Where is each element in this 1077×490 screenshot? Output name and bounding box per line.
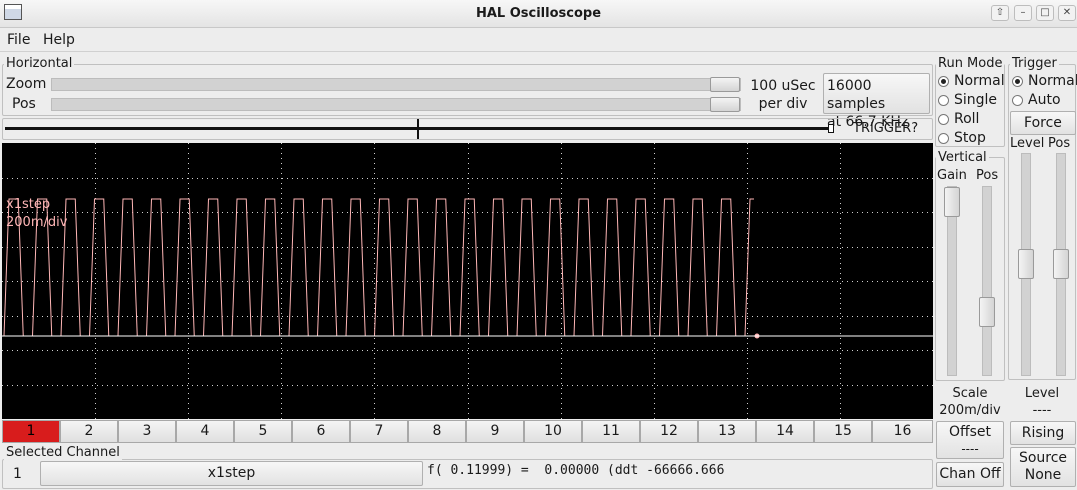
scale-readout: Scale 200m/div — [935, 385, 1005, 419]
run-mode-title: Run Mode — [936, 56, 1005, 71]
trigger-position-marker[interactable] — [417, 119, 419, 139]
trigger-edge-button[interactable]: Rising — [1010, 421, 1076, 445]
channel-tab-8[interactable]: 8 — [408, 420, 466, 443]
channel-tab-14[interactable]: 14 — [756, 420, 814, 443]
channel-trace — [2, 198, 754, 337]
trigger-level-title: Level — [1024, 386, 1060, 401]
run-mode-label-roll[interactable]: Roll — [954, 111, 979, 127]
channel-tab-16[interactable]: 16 — [872, 420, 933, 443]
trigger-source-button[interactable]: Source None — [1010, 447, 1076, 487]
minimize-icon[interactable]: – — [1014, 5, 1032, 21]
run-mode-label-normal[interactable]: Normal — [954, 73, 1005, 89]
gain-label: Gain — [937, 168, 967, 183]
trigger-mode-label-normal[interactable]: Normal — [1028, 73, 1077, 89]
channel-tab-12[interactable]: 12 — [640, 420, 698, 443]
timebase-value: 100 uSec — [750, 78, 816, 94]
trigger-pos-slider[interactable] — [1053, 153, 1069, 376]
gain-slider-thumb[interactable] — [944, 187, 960, 217]
trigger-source-title: Source — [1018, 450, 1068, 466]
trigger-pos-label: Pos — [1048, 136, 1071, 151]
overlay-channel-name: x1step — [6, 197, 51, 212]
run-mode-label-stop[interactable]: Stop — [954, 130, 986, 146]
pos-label: Pos — [12, 96, 36, 112]
offset-title: Offset — [948, 424, 992, 440]
trigger-source-value: None — [1024, 467, 1062, 483]
trigger-pos-slider-thumb[interactable] — [1053, 249, 1069, 279]
scope-display[interactable]: x1step 200m/div — [2, 143, 933, 419]
position-slider-thumb[interactable] — [710, 97, 740, 112]
scope-graph — [2, 143, 933, 419]
channel-tab-3[interactable]: 3 — [118, 420, 176, 443]
shade-icon[interactable]: ⇧ — [991, 5, 1009, 21]
trigger-mode-radio-auto[interactable] — [1012, 95, 1023, 106]
zoom-label: Zoom — [6, 76, 47, 92]
vertical-title: Vertical — [936, 150, 989, 165]
close-icon[interactable]: ✕ — [1058, 5, 1076, 21]
channel-tab-9[interactable]: 9 — [466, 420, 524, 443]
force-trigger-button[interactable]: Force — [1010, 111, 1076, 135]
gain-slider[interactable] — [944, 186, 960, 376]
channel-overlay-label: x1step 200m/div — [6, 196, 67, 232]
channel-tab-13[interactable]: 13 — [698, 420, 756, 443]
horizontal-group-title: Horizontal — [4, 56, 75, 71]
selected-channel-number: 1 — [13, 466, 22, 482]
maximize-icon[interactable]: □ — [1036, 5, 1054, 21]
run-mode-radio-normal[interactable] — [938, 76, 949, 87]
channel-tab-2[interactable]: 2 — [60, 420, 118, 443]
vertical-pos-slider-thumb[interactable] — [979, 297, 995, 327]
menu-help[interactable]: Help — [43, 32, 75, 48]
title-bar: HAL Oscilloscope ⇧ – □ ✕ — [0, 0, 1077, 28]
channel-tab-10[interactable]: 10 — [524, 420, 582, 443]
trigger-level-label: Level — [1010, 136, 1045, 151]
samples-count: 16000 samples — [827, 78, 886, 112]
chan-off-button[interactable]: Chan Off — [936, 462, 1004, 487]
overlay-channel-scale: 200m/div — [6, 215, 68, 230]
channel-tab-4[interactable]: 4 — [176, 420, 234, 443]
scale-title: Scale — [952, 386, 988, 401]
channel-name-button[interactable]: x1step — [40, 461, 423, 486]
timebase-readout: 100 uSec per div — [744, 77, 822, 113]
zoom-slider[interactable] — [51, 77, 741, 92]
record-end-marker — [828, 124, 834, 133]
record-length-line — [5, 127, 833, 130]
trigger-title: Trigger — [1010, 56, 1059, 71]
selected-channel-title: Selected Channel — [4, 445, 122, 460]
vertical-pos-slider[interactable] — [979, 186, 995, 376]
trigger-mode-label-auto[interactable]: Auto — [1028, 92, 1061, 108]
channel-tab-7[interactable]: 7 — [350, 420, 408, 443]
cursor-readout: f( 0.11999) = 0.00000 (ddt -66666.666 — [427, 463, 725, 478]
channel-tab-6[interactable]: 6 — [292, 420, 350, 443]
channel-tab-11[interactable]: 11 — [582, 420, 640, 443]
acquire-config-button[interactable]: 16000 samples at 66.7 KHz — [823, 73, 930, 130]
trigger-level-slider-thumb[interactable] — [1018, 249, 1034, 279]
channel-tab-1[interactable]: 1 — [2, 420, 60, 443]
run-mode-label-single[interactable]: Single — [954, 92, 997, 108]
scope-grid — [2, 143, 933, 419]
run-mode-radio-single[interactable] — [938, 95, 949, 106]
zoom-slider-thumb[interactable] — [710, 77, 740, 92]
trigger-level-value: ---- — [1032, 403, 1052, 418]
run-mode-radio-roll[interactable] — [938, 114, 949, 125]
trigger-status: TRIGGER? — [853, 121, 919, 136]
channel-tab-5[interactable]: 5 — [234, 420, 292, 443]
run-mode-radio-stop[interactable] — [938, 133, 949, 144]
position-slider[interactable] — [51, 97, 741, 112]
trigger-level-slider[interactable] — [1018, 153, 1034, 376]
scale-value: 200m/div — [939, 403, 1001, 418]
vertical-pos-label: Pos — [976, 168, 999, 183]
menu-bar: File Help — [0, 28, 1077, 52]
offset-button[interactable]: Offset ---- — [936, 421, 1004, 459]
offset-value: ---- — [961, 442, 979, 456]
trigger-level-readout: Level ---- — [1008, 385, 1076, 419]
trigger-mode-radio-normal[interactable] — [1012, 76, 1023, 87]
menu-file[interactable]: File — [7, 32, 30, 48]
timebase-unit: per div — [758, 96, 808, 112]
channel-tab-15[interactable]: 15 — [814, 420, 872, 443]
window-title: HAL Oscilloscope — [475, 6, 602, 21]
